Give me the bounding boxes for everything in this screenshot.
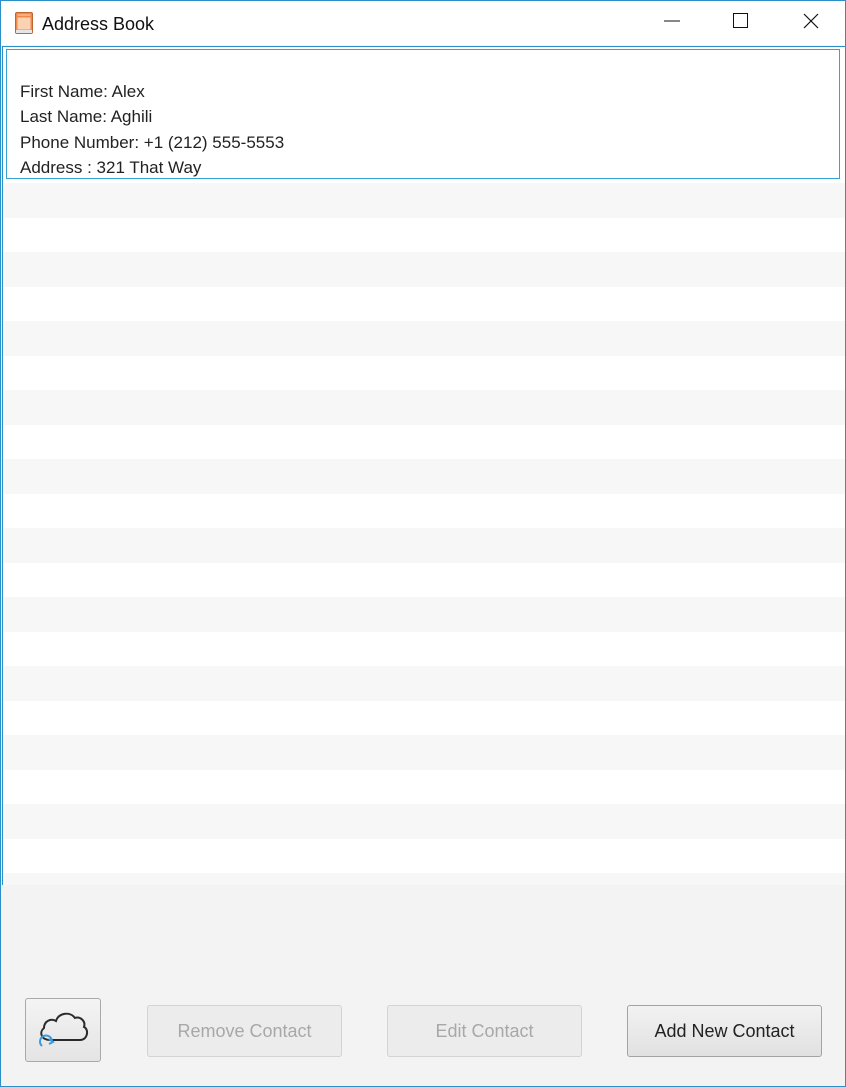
close-icon xyxy=(803,13,819,34)
contact-card[interactable]: First Name: Alex Last Name: Aghili Phone… xyxy=(6,49,840,179)
empty-row xyxy=(3,597,845,632)
address-book-window: Address Book First Name: Alex Last Name:… xyxy=(0,0,846,1087)
empty-row xyxy=(3,355,845,390)
empty-row xyxy=(3,700,845,735)
empty-row xyxy=(3,217,845,252)
empty-row xyxy=(3,631,845,666)
empty-row xyxy=(3,838,845,873)
empty-row xyxy=(3,769,845,804)
empty-row xyxy=(3,562,845,597)
last-name-text: Last Name: Aghili xyxy=(20,107,153,126)
minimize-button[interactable] xyxy=(649,1,695,45)
empty-row xyxy=(3,459,845,494)
empty-row xyxy=(3,528,845,563)
minimize-icon xyxy=(664,13,680,34)
remove-contact-button[interactable]: Remove Contact xyxy=(147,1005,342,1057)
bottom-toolbar: Remove Contact Edit Contact Add New Cont… xyxy=(1,885,845,1086)
edit-contact-button[interactable]: Edit Contact xyxy=(387,1005,582,1057)
maximize-button[interactable] xyxy=(718,1,764,45)
empty-row xyxy=(3,321,845,356)
empty-row xyxy=(3,493,845,528)
address-book-icon xyxy=(15,12,33,34)
cloud-sync-icon xyxy=(36,1006,90,1055)
empty-row xyxy=(3,183,845,218)
empty-row xyxy=(3,804,845,839)
add-new-contact-button[interactable]: Add New Contact xyxy=(627,1005,822,1057)
title-bar[interactable]: Address Book xyxy=(1,1,845,45)
empty-row xyxy=(3,286,845,321)
maximize-icon xyxy=(733,12,749,34)
window-title: Address Book xyxy=(42,14,155,34)
empty-row xyxy=(3,390,845,425)
empty-row xyxy=(3,735,845,770)
empty-row xyxy=(3,424,845,459)
contact-list[interactable]: First Name: Alex Last Name: Aghili Phone… xyxy=(2,46,846,886)
address-text: Address : 321 That Way xyxy=(20,158,202,177)
empty-row xyxy=(3,666,845,701)
close-button[interactable] xyxy=(788,1,834,45)
first-name-text: First Name: Alex xyxy=(20,82,145,101)
empty-row xyxy=(3,252,845,287)
phone-number-text: Phone Number: +1 (212) 555-5553 xyxy=(20,133,285,152)
sync-button[interactable] xyxy=(25,998,101,1062)
